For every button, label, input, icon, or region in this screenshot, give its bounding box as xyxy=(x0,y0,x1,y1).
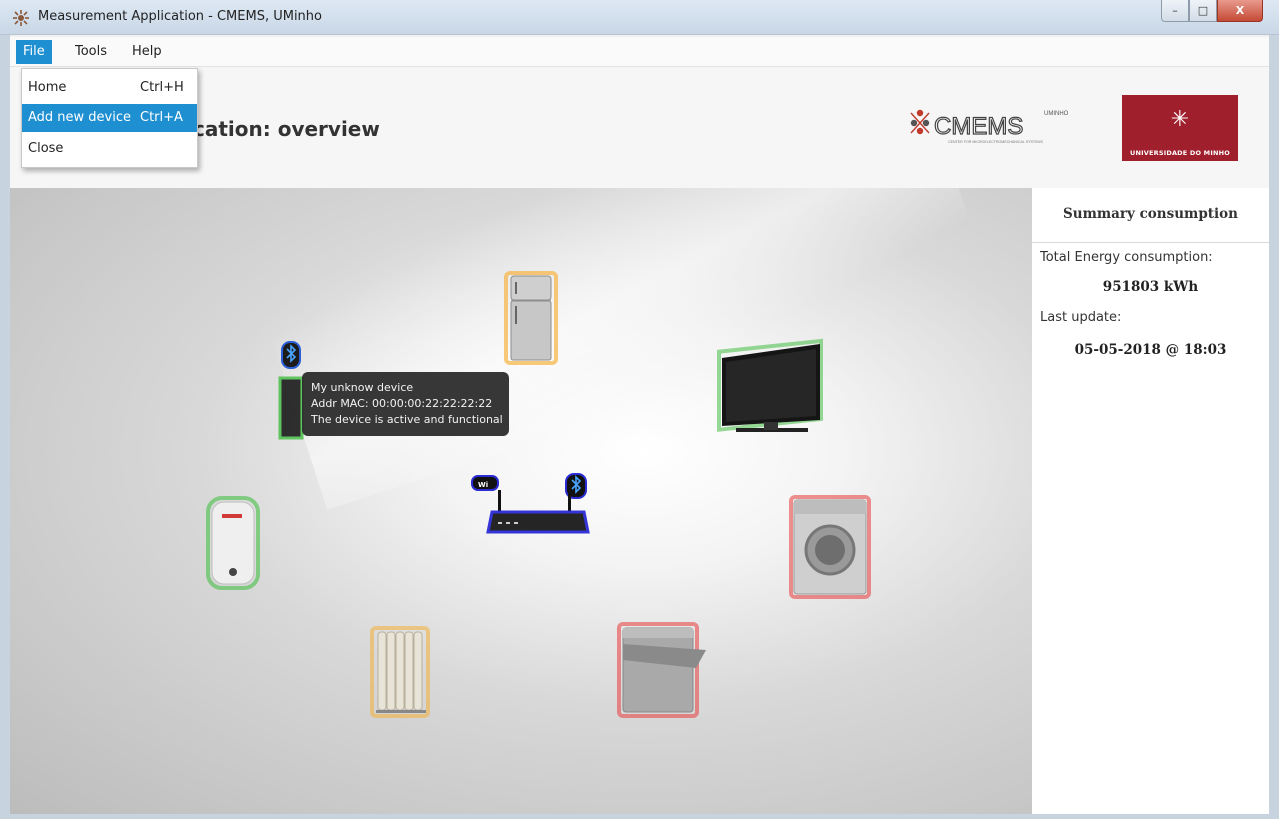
device-canvas: Wi My unknow device Addr MAC: 00:00:00:2… xyxy=(10,188,1032,814)
wifi-icon: Wi xyxy=(471,475,499,491)
window-title: Measurement Application - CMEMS, UMinho xyxy=(38,9,322,24)
maximize-icon: □ xyxy=(1197,4,1209,17)
menu-item-label: Add new device xyxy=(28,110,132,125)
cmems-emblem-icon xyxy=(910,109,930,135)
fridge-device[interactable] xyxy=(503,270,559,366)
router-device[interactable]: Wi xyxy=(470,472,600,552)
tooltip-status: The device is active and functional xyxy=(311,413,503,426)
menu-item-shortcut: Ctrl+H xyxy=(140,80,184,95)
title-bar: Measurement Application - CMEMS, UMinho … xyxy=(0,0,1279,35)
tooltip-mac-address: Addr MAC: 00:00:00:22:22:22:22 xyxy=(311,397,493,410)
svg-text:CENTER FOR MICROELECTROMECHANI: CENTER FOR MICROELECTROMECHANICAL SYSTEM… xyxy=(948,140,1044,144)
water-heater-device[interactable] xyxy=(202,494,264,594)
uminho-logo: ✳ UNIVERSIDADE DO MINHO xyxy=(1122,95,1238,161)
minimize-button[interactable]: – xyxy=(1161,0,1189,22)
menu-item-add-new-device[interactable]: Add new device Ctrl+A xyxy=(22,104,197,132)
energy-value: 951803 kWh xyxy=(1102,279,1199,295)
uminho-name: UNIVERSIDADE DO MINHO xyxy=(1130,149,1230,157)
energy-label: Total Energy consumption: xyxy=(1040,250,1213,265)
window-border-right xyxy=(1269,35,1279,819)
menu-help[interactable]: Help xyxy=(125,40,169,64)
close-icon: X xyxy=(1235,4,1245,17)
app-icon xyxy=(13,10,29,26)
washing-machine-device[interactable] xyxy=(788,494,872,600)
uminho-emblem-icon: ✳ xyxy=(1170,107,1190,132)
minimize-icon: – xyxy=(1172,4,1178,17)
svg-text:UMINHO: UMINHO xyxy=(1044,111,1069,117)
dishwasher-device[interactable] xyxy=(616,620,712,720)
menu-item-home[interactable]: Home Ctrl+H xyxy=(22,74,197,102)
window-controls: – □ X xyxy=(1161,0,1263,24)
oil-heater-device[interactable] xyxy=(368,624,434,724)
device-tooltip: My unknow device Addr MAC: 00:00:00:22:2… xyxy=(302,372,509,436)
menu-file[interactable]: File xyxy=(16,40,52,64)
last-update-label: Last update: xyxy=(1040,310,1122,325)
last-update-value: 05-05-2018 @ 18:03 xyxy=(1074,342,1227,358)
menu-item-label: Close xyxy=(28,141,64,156)
menu-bar: File Tools Help xyxy=(10,37,1269,67)
summary-divider xyxy=(1032,242,1269,243)
svg-text:Wi: Wi xyxy=(478,481,488,489)
maximize-button[interactable]: □ xyxy=(1189,0,1217,22)
window-border-left xyxy=(0,35,10,819)
cmems-wordmark: CMEMS xyxy=(934,113,1023,140)
summary-panel: Summary consumption Total Energy consump… xyxy=(1032,188,1269,814)
window-border-bottom xyxy=(0,814,1279,819)
close-window-button[interactable]: X xyxy=(1217,0,1263,22)
menu-tools[interactable]: Tools xyxy=(68,40,114,64)
page-header: cation: overview CMEMS UMINHO CENTER FOR… xyxy=(10,67,1269,188)
television-device[interactable] xyxy=(716,336,826,438)
menu-item-close[interactable]: Close xyxy=(22,135,197,163)
file-menu-dropdown: Home Ctrl+H Add new device Ctrl+A Close xyxy=(21,68,198,168)
summary-title: Summary consumption xyxy=(1063,206,1238,222)
page-title: cation: overview xyxy=(193,117,380,141)
tooltip-device-name: My unknow device xyxy=(311,381,414,394)
menu-item-shortcut: Ctrl+A xyxy=(140,110,183,125)
bluetooth-icon xyxy=(281,341,301,369)
cmems-logo: CMEMS UMINHO CENTER FOR MICROELECTROMECH… xyxy=(910,109,1069,144)
menu-item-label: Home xyxy=(28,80,67,95)
